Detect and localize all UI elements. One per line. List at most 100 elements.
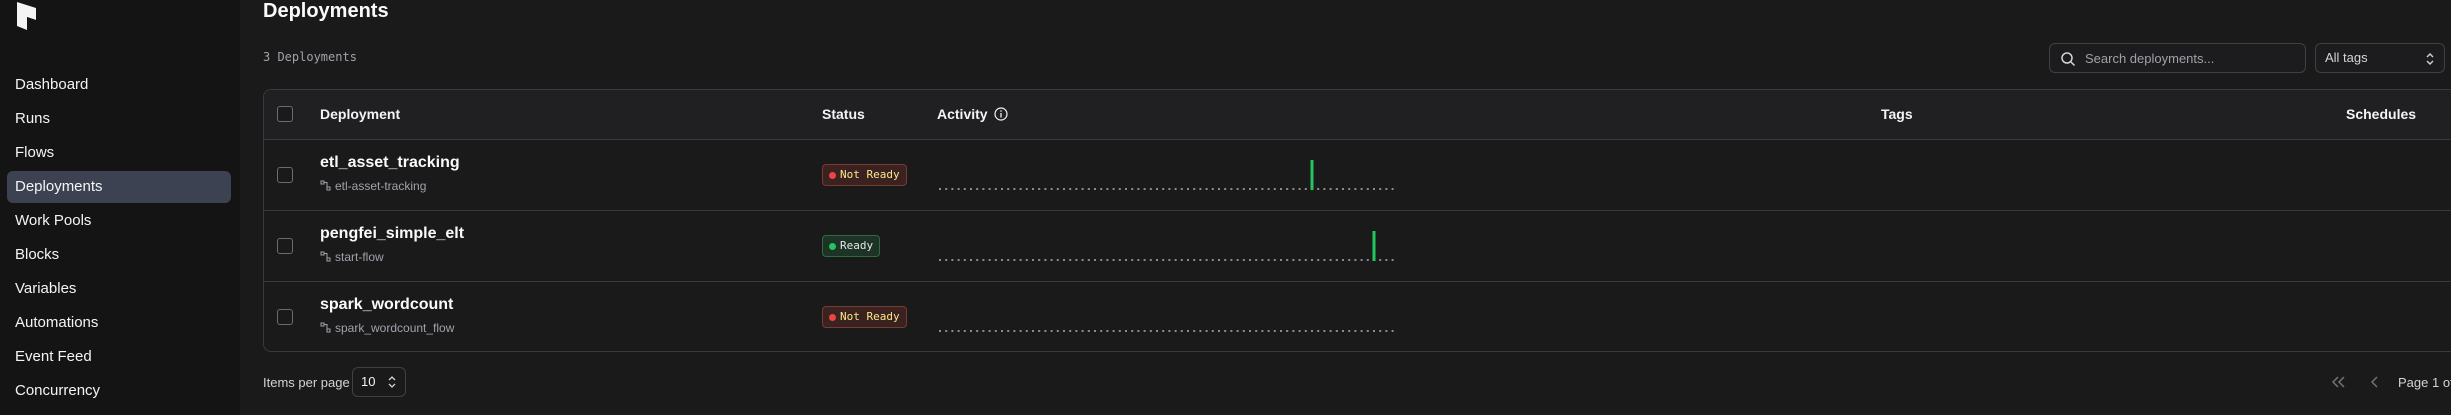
activity-dot (1069, 330, 1072, 332)
activity-dot (1149, 330, 1152, 332)
sidebar-item-variables[interactable]: Variables (7, 273, 231, 305)
activity-dot (1267, 330, 1270, 332)
activity-dot (1007, 188, 1010, 190)
activity-dot (1081, 330, 1084, 332)
column-header-schedules: Schedules (2346, 106, 2417, 122)
page-title: Deployments (263, 0, 389, 22)
activity-dot (1156, 330, 1158, 332)
deployment-name-link[interactable]: spark_wordcount (320, 296, 453, 314)
activity-dot (963, 188, 966, 190)
activity-dot (1125, 259, 1127, 261)
activity-dot (1112, 259, 1115, 261)
activity-dot (1025, 330, 1028, 332)
activity-bar[interactable] (1372, 231, 1376, 261)
column-header-deployment: Deployment (320, 106, 401, 122)
sidebar-item-work-pools[interactable]: Work Pools (7, 205, 231, 237)
activity-dot (1025, 188, 1028, 190)
activity-dot (1137, 188, 1140, 190)
first-page-icon[interactable] (2327, 371, 2349, 393)
select-all-checkbox[interactable] (277, 106, 293, 122)
table-row[interactable]: spark_wordcount spark_wordcount_flow Not… (264, 282, 2451, 351)
status-text: Not Ready (840, 168, 900, 181)
row-checkbox[interactable] (277, 238, 293, 254)
activity-dot (1342, 330, 1344, 332)
activity-dot (1019, 188, 1022, 190)
activity-dot (1081, 259, 1084, 261)
activity-dot (1242, 259, 1245, 261)
flow-name[interactable]: start-flow (320, 250, 384, 264)
activity-dot (1224, 259, 1227, 261)
activity-dot (1385, 259, 1388, 261)
activity-dot (976, 330, 979, 332)
sidebar-item-deployments[interactable]: Deployments (7, 171, 231, 203)
activity-dot (1261, 188, 1264, 190)
sidebar-item-flows[interactable]: Flows (7, 137, 231, 169)
sidebar-item-blocks[interactable]: Blocks (7, 239, 231, 271)
activity-dot (1360, 259, 1363, 261)
activity-dot (1180, 188, 1183, 190)
deployments-table: Deployment Status Activity Tags Schedule… (263, 89, 2451, 352)
activity-bar[interactable] (1310, 160, 1314, 190)
sidebar-item-concurrency[interactable]: Concurrency (7, 375, 231, 407)
flow-name-text: etl-asset-tracking (335, 179, 427, 193)
activity-dot (951, 330, 954, 332)
status-badge: Not Ready (822, 306, 907, 328)
activity-dot (1087, 188, 1090, 190)
activity-dot (1199, 188, 1202, 190)
flow-name[interactable]: etl-asset-tracking (320, 179, 426, 193)
activity-dot (1162, 188, 1165, 190)
activity-dot (1211, 188, 1214, 190)
table-header: Deployment Status Activity Tags Schedule… (264, 90, 2451, 140)
activity-dot (1286, 330, 1289, 332)
activity-dot (970, 188, 972, 190)
status-text: Not Ready (840, 310, 900, 323)
activity-dot (1354, 188, 1357, 190)
activity-dot (939, 188, 941, 190)
activity-chart (939, 160, 1394, 190)
activity-dot (1193, 259, 1196, 261)
activity-dot (994, 188, 997, 190)
activity-dot (994, 259, 997, 261)
activity-dot (1044, 259, 1047, 261)
activity-dot (1385, 188, 1388, 190)
activity-dot (1218, 188, 1220, 190)
activity-dot (1267, 188, 1270, 190)
flow-icon (320, 251, 331, 262)
activity-dot (963, 259, 966, 261)
activity-dot (1019, 259, 1022, 261)
activity-dot (1304, 188, 1307, 190)
prefect-logo-icon[interactable] (14, 0, 44, 40)
table-row[interactable]: etl_asset_tracking etl-asset-tracking No… (264, 140, 2451, 211)
flow-name[interactable]: spark_wordcount_flow (320, 321, 454, 335)
activity-dot (1230, 259, 1233, 261)
sidebar-item-automations[interactable]: Automations (7, 307, 231, 339)
row-checkbox[interactable] (277, 167, 293, 183)
previous-page-icon[interactable] (2364, 371, 2386, 393)
info-icon[interactable] (994, 107, 1009, 121)
deployment-name-link[interactable]: pengfei_simple_elt (320, 225, 464, 243)
sidebar-item-dashboard[interactable]: Dashboard (7, 69, 231, 101)
activity-dot (988, 188, 991, 190)
deployment-name-link[interactable]: etl_asset_tracking (320, 154, 460, 172)
activity-dot (1311, 330, 1313, 332)
activity-dot (1335, 259, 1338, 261)
activity-dot (1125, 330, 1127, 332)
row-checkbox[interactable] (277, 309, 293, 325)
activity-dot (1143, 330, 1146, 332)
activity-dot (1366, 259, 1369, 261)
activity-dot (1335, 330, 1338, 332)
tags-filter-value: All tags (2325, 50, 2368, 65)
activity-dot (1013, 330, 1016, 332)
activity-dot (1261, 259, 1264, 261)
deployment-count: 3 Deployments (263, 50, 357, 64)
items-per-page-select[interactable]: 10 (352, 367, 406, 397)
table-row[interactable]: pengfei_simple_elt start-flow Ready (264, 211, 2451, 282)
search-input[interactable]: Search deployments... (2049, 43, 2306, 73)
activity-dot (1218, 259, 1220, 261)
sidebar-item-runs[interactable]: Runs (7, 103, 231, 135)
activity-dot (1317, 188, 1320, 190)
activity-dot (1304, 330, 1307, 332)
tags-filter-select[interactable]: All tags (2315, 43, 2445, 73)
activity-dot (1379, 330, 1382, 332)
sidebar-item-event-feed[interactable]: Event Feed (7, 341, 231, 373)
